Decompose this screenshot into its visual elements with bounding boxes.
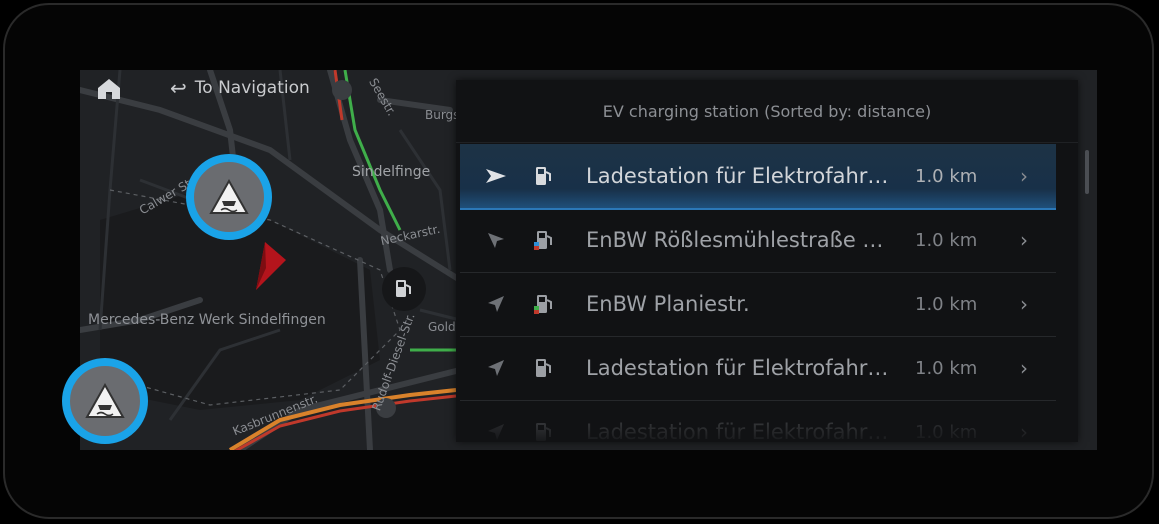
chevron-right-icon: › bbox=[1020, 292, 1028, 316]
home-button[interactable] bbox=[92, 74, 126, 104]
map-label: Mercedes-Benz Werk Sindelfingen bbox=[88, 312, 326, 328]
to-navigation-button[interactable]: ↩ To Navigation bbox=[170, 70, 310, 106]
station-name: EnBW Rößlesmühlestraße … bbox=[586, 228, 884, 252]
to-navigation-label: To Navigation bbox=[194, 78, 310, 98]
chevron-right-icon: › bbox=[1020, 356, 1028, 380]
chevron-right-icon: › bbox=[1020, 228, 1028, 252]
list-item[interactable]: EnBW Planiestr. 1.0 km › bbox=[460, 272, 1056, 337]
station-name: Ladestation für Elektrofahr… bbox=[586, 420, 889, 442]
direction-northeast-icon bbox=[484, 356, 508, 380]
ev-station-list-panel: EV charging station (Sorted by: distance… bbox=[456, 80, 1078, 442]
traffic-warning-marker[interactable] bbox=[62, 358, 148, 444]
list-header: EV charging station (Sorted by: distance… bbox=[456, 80, 1078, 143]
ev-station-multi-icon bbox=[532, 292, 556, 316]
map-charging-station-marker[interactable] bbox=[382, 267, 426, 311]
direction-northeast-icon bbox=[484, 292, 508, 316]
station-distance: 1.0 km bbox=[915, 357, 978, 379]
station-distance: 1.0 km bbox=[915, 293, 978, 315]
list-scrollbar[interactable] bbox=[1085, 150, 1089, 194]
ev-station-icon bbox=[532, 164, 556, 188]
station-distance: 1.0 km bbox=[915, 421, 978, 443]
list-item[interactable]: Ladestation für Elektrofahr… 1.0 km › bbox=[460, 144, 1056, 210]
chevron-right-icon: › bbox=[1020, 164, 1028, 188]
list-item[interactable]: Ladestation für Elektrofahr… 1.0 km › bbox=[460, 400, 1056, 442]
station-distance: 1.0 km bbox=[915, 165, 978, 187]
traffic-warning-marker[interactable] bbox=[186, 154, 272, 240]
slippery-road-warning-icon bbox=[85, 383, 125, 418]
head-unit-screen: Sindelfinge Neckarstr. Mercedes-Benz Wer… bbox=[80, 70, 1097, 450]
direction-northeast-icon bbox=[484, 228, 508, 252]
ev-station-icon bbox=[396, 280, 411, 297]
ev-station-icon bbox=[532, 356, 556, 380]
direction-northeast-icon bbox=[484, 420, 508, 442]
home-icon bbox=[98, 79, 120, 99]
map-label: Burgs bbox=[425, 108, 460, 122]
station-name: Ladestation für Elektrofahr… bbox=[586, 164, 889, 188]
station-distance: 1.0 km bbox=[915, 229, 978, 251]
map-label: Sindelfinge bbox=[352, 164, 431, 180]
back-arrow-icon: ↩ bbox=[170, 76, 187, 100]
slippery-road-warning-icon bbox=[209, 179, 249, 214]
station-name: EnBW Planiestr. bbox=[586, 292, 750, 316]
chevron-right-icon: › bbox=[1020, 420, 1028, 442]
station-name: Ladestation für Elektrofahr… bbox=[586, 356, 889, 380]
ev-station-icon bbox=[532, 420, 556, 442]
list-item[interactable]: Ladestation für Elektrofahr… 1.0 km › bbox=[460, 336, 1056, 401]
ev-station-multi-icon bbox=[532, 228, 556, 252]
list-item[interactable]: EnBW Rößlesmühlestraße … 1.0 km › bbox=[460, 208, 1056, 273]
direction-east-icon bbox=[484, 164, 508, 188]
map-top-bar: ↩ To Navigation bbox=[80, 70, 460, 106]
